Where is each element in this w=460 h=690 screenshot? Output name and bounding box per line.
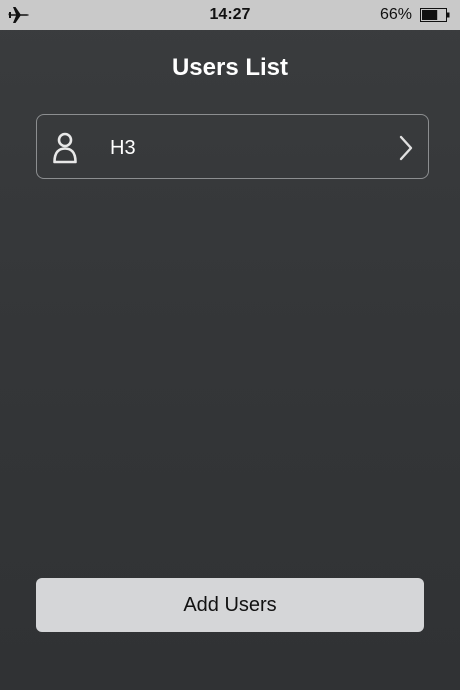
- user-list-item[interactable]: H3: [36, 114, 429, 179]
- battery-percent: 66%: [379, 6, 412, 23]
- chevron-right-icon: [399, 135, 413, 161]
- user-name: H3: [110, 137, 136, 159]
- battery-icon: [420, 8, 450, 22]
- status-bar: 14:27 66%: [0, 0, 460, 30]
- screen: 14:27 66% Users List H3 Add Users: [0, 0, 460, 690]
- add-users-button[interactable]: Add Users: [36, 578, 424, 632]
- page-title: Users List: [171, 54, 289, 81]
- person-icon: [53, 132, 77, 164]
